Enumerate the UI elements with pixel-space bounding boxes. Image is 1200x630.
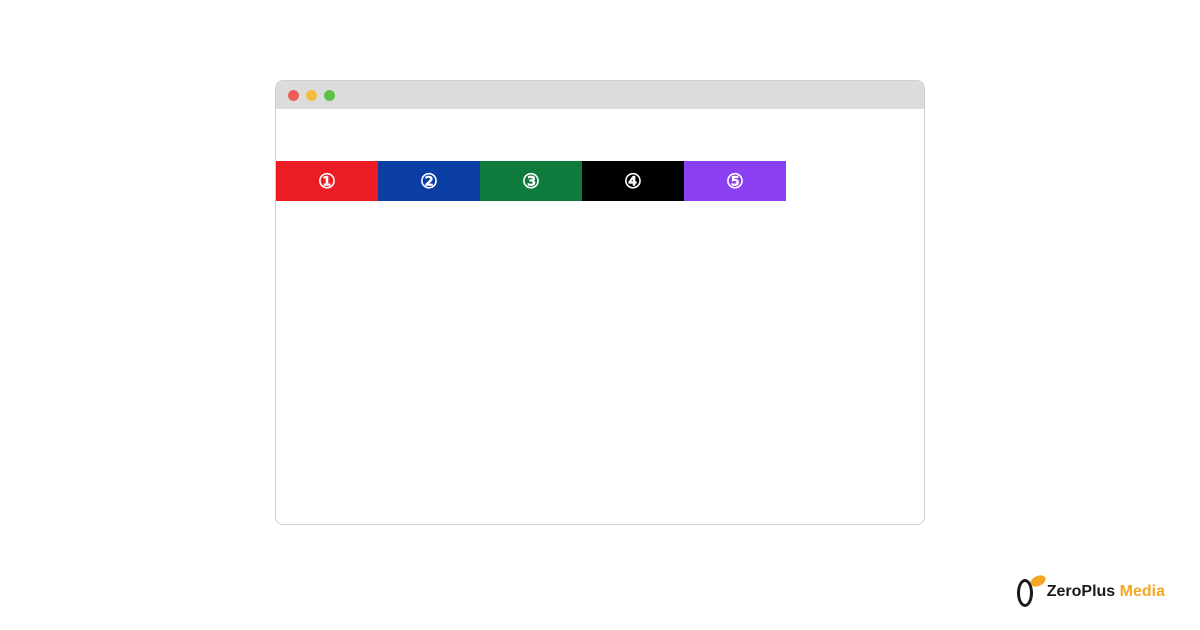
- color-block-4: ④: [582, 161, 684, 201]
- color-block-5: ⑤: [684, 161, 786, 201]
- maximize-icon[interactable]: [324, 90, 335, 101]
- window-content: ① ② ③ ④ ⑤: [276, 109, 924, 201]
- watermark-text: ZeroPlus Media: [1047, 583, 1165, 601]
- close-icon[interactable]: [288, 90, 299, 101]
- color-block-3: ③: [480, 161, 582, 201]
- window-titlebar: [276, 81, 924, 109]
- minimize-icon[interactable]: [306, 90, 317, 101]
- brand-suffix: Media: [1120, 583, 1165, 600]
- color-block-2: ②: [378, 161, 480, 201]
- color-block-1: ①: [276, 161, 378, 201]
- brand-name: ZeroPlus: [1047, 583, 1115, 600]
- zeroplus-icon: [1017, 576, 1043, 608]
- browser-window: ① ② ③ ④ ⑤: [275, 80, 925, 525]
- watermark-logo: ZeroPlus Media: [1017, 576, 1165, 608]
- color-block-row: ① ② ③ ④ ⑤: [276, 161, 924, 201]
